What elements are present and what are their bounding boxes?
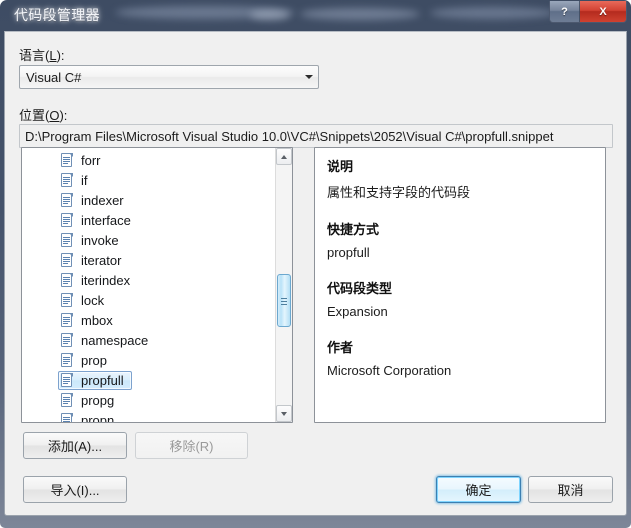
snippet-details-panel: 说明 属性和支持字段的代码段 快捷方式 propfull 代码段类型 Expan… <box>314 147 606 423</box>
list-item-label: mbox <box>81 312 113 328</box>
language-label: 语言(L): <box>19 48 65 63</box>
scrollbar-thumb[interactable] <box>277 274 291 327</box>
list-item-label: interface <box>81 212 131 228</box>
dialog-client-area: 语言(L): Visual C# 位置(O): D:\Program Files… <box>4 31 627 516</box>
list-item-label: invoke <box>81 232 119 248</box>
list-item[interactable]: invoke <box>22 230 292 250</box>
detail-value: 属性和支持字段的代码段 <box>327 185 471 200</box>
list-item-label: lock <box>81 292 105 308</box>
cancel-button[interactable]: 取消 <box>528 476 613 503</box>
list-item[interactable]: propn <box>22 410 292 423</box>
document-icon <box>61 392 74 408</box>
snippet-list-items: forr if indexer interface invoke iterato… <box>22 150 292 423</box>
scroll-up-button[interactable] <box>276 148 292 165</box>
scroll-down-button[interactable] <box>276 405 292 422</box>
chevron-down-icon <box>281 411 287 416</box>
document-icon <box>61 372 74 388</box>
list-item[interactable]: propg <box>22 390 292 410</box>
document-icon <box>61 232 74 248</box>
snippet-list[interactable]: forr if indexer interface invoke iterato… <box>21 147 293 423</box>
detail-heading: 说明 <box>327 159 354 174</box>
snippet-list-scrollbar[interactable] <box>275 148 292 422</box>
list-item[interactable]: iterator <box>22 250 292 270</box>
list-item-label: forr <box>81 152 101 168</box>
list-item[interactable]: indexer <box>22 190 292 210</box>
document-icon <box>61 152 74 168</box>
document-icon <box>61 172 74 188</box>
detail-value: Microsoft Corporation <box>327 363 452 378</box>
detail-heading: 快捷方式 <box>327 222 380 237</box>
document-icon <box>61 312 74 328</box>
list-item[interactable]: prop <box>22 350 292 370</box>
list-item-label: iterindex <box>81 272 131 288</box>
document-icon <box>61 292 74 308</box>
remove-button: 移除(R) <box>135 432 248 459</box>
title-bar: 代码段管理器 ? X <box>0 0 631 31</box>
list-item-label: prop <box>81 352 108 368</box>
window-title: 代码段管理器 <box>14 7 100 23</box>
import-button[interactable]: 导入(I)... <box>23 476 127 503</box>
list-item-label: indexer <box>81 192 124 208</box>
chevron-down-icon <box>300 75 318 79</box>
list-item[interactable]: if <box>22 170 292 190</box>
list-item-label: namespace <box>81 332 149 348</box>
list-item[interactable]: mbox <box>22 310 292 330</box>
list-item-label: iterator <box>81 252 122 268</box>
caption-button-group: ? X <box>549 1 627 23</box>
document-icon <box>61 252 74 268</box>
language-combobox-value: Visual C# <box>26 69 82 85</box>
detail-author: 作者 Microsoft Corporation <box>327 337 593 378</box>
list-item-label: if <box>81 172 88 188</box>
list-item-label: propfull <box>81 372 124 388</box>
close-button[interactable]: X <box>580 1 626 22</box>
document-icon <box>61 212 74 228</box>
detail-value: propfull <box>327 245 370 260</box>
location-label: 位置(O): <box>19 108 68 123</box>
location-path-field[interactable]: D:\Program Files\Microsoft Visual Studio… <box>19 124 613 148</box>
document-icon <box>61 192 74 208</box>
list-item-label: propn <box>81 412 115 423</box>
list-item[interactable]: namespace <box>22 330 292 350</box>
detail-heading: 作者 <box>327 340 354 355</box>
detail-description: 说明 属性和支持字段的代码段 <box>327 156 593 201</box>
list-item[interactable]: interface <box>22 210 292 230</box>
list-item[interactable]: iterindex <box>22 270 292 290</box>
document-icon <box>61 272 74 288</box>
add-button[interactable]: 添加(A)... <box>23 432 127 459</box>
snippet-manager-dialog: 代码段管理器 ? X 语言(L): Visual C# 位置(O): D:\Pr… <box>0 0 631 528</box>
help-button[interactable]: ? <box>550 1 580 22</box>
list-item-selected[interactable]: propfull <box>22 370 292 390</box>
detail-shortcut: 快捷方式 propfull <box>327 219 593 260</box>
document-icon <box>61 352 74 368</box>
chevron-up-icon <box>281 154 287 159</box>
list-item[interactable]: forr <box>22 150 292 170</box>
ok-button[interactable]: 确定 <box>436 476 521 503</box>
detail-heading: 代码段类型 <box>327 281 393 296</box>
detail-value: Expansion <box>327 304 388 319</box>
list-item[interactable]: lock <box>22 290 292 310</box>
list-item-label: propg <box>81 392 115 408</box>
document-icon <box>61 412 74 422</box>
detail-snippet-type: 代码段类型 Expansion <box>327 278 593 319</box>
language-combobox[interactable]: Visual C# <box>19 65 319 89</box>
document-icon <box>61 332 74 348</box>
